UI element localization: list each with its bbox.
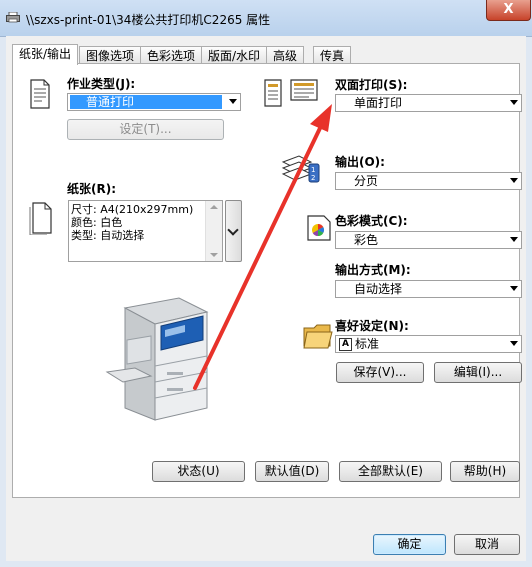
duplex-select[interactable]: 单面打印 [335, 94, 522, 112]
output-method-select[interactable]: 自动选择 [335, 280, 522, 298]
chevron-down-icon [510, 100, 518, 105]
tab-image-options[interactable]: 图像选项 [79, 46, 142, 64]
paper-type-line: 类型: 自动选择 [71, 229, 145, 242]
job-type-label: 作业类型(J): [67, 77, 136, 91]
printer-icon [6, 12, 20, 23]
chevron-down-icon [510, 341, 518, 346]
output-stack-icon: 1 2 [281, 155, 320, 183]
duplex-value: 单面打印 [354, 96, 403, 110]
all-defaults-button[interactable]: 全部默认(E) [339, 461, 442, 482]
tab-layout-watermark[interactable]: 版面/水印 [201, 46, 268, 64]
favorites-prefix-icon: A [339, 338, 352, 351]
document-stack-icon [290, 79, 318, 101]
duplex-icon [264, 79, 282, 107]
help-button[interactable]: 帮助(H) [450, 461, 520, 482]
document-icon [30, 79, 50, 109]
paper-size-line: 尺寸: A4(210x297mm) [71, 203, 194, 216]
title-bar: \\szxs-print-01\34楼公共打印机C2265 属性 X [0, 0, 532, 37]
paper-color-line: 颜色: 白色 [71, 216, 123, 229]
ok-button[interactable]: 确定 [373, 534, 446, 555]
defaults-button[interactable]: 默认值(D) [255, 461, 329, 482]
chevron-down-icon [229, 99, 237, 104]
paper-expand-button[interactable] [225, 200, 242, 262]
svg-text:2: 2 [311, 174, 315, 182]
favorites-label: 喜好设定(N): [335, 319, 409, 333]
output-select[interactable]: 分页 [335, 172, 522, 190]
folder-icon [303, 324, 333, 349]
color-mode-icon [307, 215, 331, 241]
output-label: 输出(O): [335, 155, 385, 169]
output-method-label: 输出方式(M): [335, 263, 411, 277]
window-title: \\szxs-print-01\34楼公共打印机C2265 属性 [26, 13, 271, 27]
paper-info-list: 尺寸: A4(210x297mm) 颜色: 白色 类型: 自动选择 [68, 200, 223, 262]
output-value: 分页 [354, 174, 379, 188]
tab-fax[interactable]: 传真 [313, 46, 352, 64]
output-method-value: 自动选择 [354, 282, 403, 296]
color-mode-value: 彩色 [354, 233, 379, 247]
close-button[interactable]: X [486, 0, 531, 21]
color-mode-select[interactable]: 彩色 [335, 231, 522, 249]
edit-button[interactable]: 编辑(I)... [434, 362, 522, 383]
chevron-down-icon [510, 178, 518, 183]
tab-advanced[interactable]: 高级 [266, 46, 305, 64]
favorites-value: 标准 [355, 337, 380, 351]
paper-icon [29, 202, 52, 235]
dialog-client: 纸张/输出 图像选项 色彩选项 版面/水印 高级 传真 作业类型(J): 普通打… [6, 36, 526, 561]
save-button[interactable]: 保存(V)... [336, 362, 424, 383]
chevron-down-icon [510, 286, 518, 291]
color-mode-label: 色彩模式(C): [335, 214, 408, 228]
job-type-select[interactable]: 普通打印 [67, 93, 241, 111]
chevron-down-icon [510, 237, 518, 242]
cancel-button[interactable]: 取消 [454, 534, 520, 555]
tab-color-options[interactable]: 色彩选项 [140, 46, 203, 64]
chevron-down-icon [227, 224, 239, 236]
scroll-up-icon [210, 205, 218, 209]
job-type-value: 普通打印 [70, 95, 222, 109]
status-button[interactable]: 状态(U) [152, 461, 245, 482]
tab-paper-output[interactable]: 纸张/输出 [12, 44, 79, 65]
settings-button[interactable]: 设定(T)... [67, 119, 224, 140]
paper-list-scrollbar[interactable] [205, 201, 222, 261]
scroll-down-icon [210, 253, 218, 257]
duplex-label: 双面打印(S): [335, 78, 408, 92]
svg-text:1: 1 [311, 166, 315, 174]
tab-panel: 作业类型(J): 普通打印 设定(T)... 纸张(R): 尺寸: A4(210… [12, 63, 522, 498]
printer-illustration [105, 297, 209, 421]
favorites-select[interactable]: A 标准 [335, 335, 522, 353]
paper-label: 纸张(R): [67, 182, 117, 196]
